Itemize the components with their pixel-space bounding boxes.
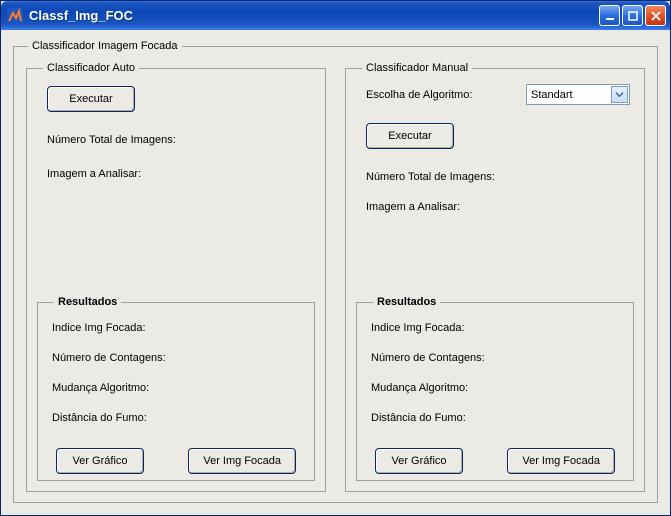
group-legend: Resultados [54, 296, 121, 308]
label-indice-auto: Indice Img Focada: [52, 322, 304, 334]
ver-img-focada-manual-button[interactable]: Ver Img Focada [507, 448, 615, 474]
label-algoritmo-auto: Mudança Algoritmo: [52, 382, 304, 394]
client-area: Classificador Imagem Focada Classificado… [1, 30, 670, 515]
ver-img-focada-auto-button[interactable]: Ver Img Focada [188, 448, 296, 474]
chevron-down-icon [611, 86, 628, 103]
matlab-icon [7, 8, 23, 24]
label-contagens-auto: Número de Contagens: [52, 352, 304, 364]
group-classificador-imagem-focada: Classificador Imagem Focada Classificado… [13, 40, 658, 503]
algoritmo-select[interactable]: Standart [526, 84, 630, 105]
group-legend: Resultados [373, 296, 440, 308]
ver-grafico-auto-button[interactable]: Ver Gráfico [56, 448, 144, 474]
algoritmo-selected-value: Standart [531, 89, 573, 101]
group-legend: Classificador Manual [362, 62, 472, 74]
executar-manual-button[interactable]: Executar [366, 123, 454, 149]
label-algoritmo-manual: Mudança Algoritmo: [371, 382, 623, 394]
label-total-imagens-manual: Número Total de Imagens: [366, 171, 634, 183]
window-title: Classf_Img_FOC [29, 8, 599, 23]
executar-auto-button[interactable]: Executar [47, 86, 135, 112]
group-resultados-manual: Resultados Indice Img Focada: Número de … [356, 296, 634, 481]
label-imagem-analisar-auto: Imagem a Analisar: [47, 168, 315, 180]
label-total-imagens-auto: Número Total de Imagens: [47, 134, 315, 146]
minimize-button[interactable] [599, 5, 620, 26]
label-contagens-manual: Número de Contagens: [371, 352, 623, 364]
label-escolha-algoritmo: Escolha de Algoritmo: [366, 89, 472, 101]
close-button[interactable] [645, 5, 666, 26]
label-imagem-analisar-manual: Imagem a Analisar: [366, 201, 634, 213]
group-legend: Classificador Imagem Focada [28, 40, 182, 52]
group-classificador-auto: Classificador Auto Executar Número Total… [26, 62, 326, 492]
label-indice-manual: Indice Img Focada: [371, 322, 623, 334]
group-legend: Classificador Auto [43, 62, 139, 74]
app-window: Classf_Img_FOC Classificador Imagem Foca… [0, 0, 671, 516]
label-fumo-auto: Distância do Fumo: [52, 412, 304, 424]
window-controls [599, 5, 666, 26]
group-resultados-auto: Resultados Indice Img Focada: Número de … [37, 296, 315, 481]
label-fumo-manual: Distância do Fumo: [371, 412, 623, 424]
maximize-button[interactable] [622, 5, 643, 26]
ver-grafico-manual-button[interactable]: Ver Gráfico [375, 448, 463, 474]
titlebar: Classf_Img_FOC [1, 1, 670, 30]
group-classificador-manual: Classificador Manual Escolha de Algoritm… [345, 62, 645, 492]
